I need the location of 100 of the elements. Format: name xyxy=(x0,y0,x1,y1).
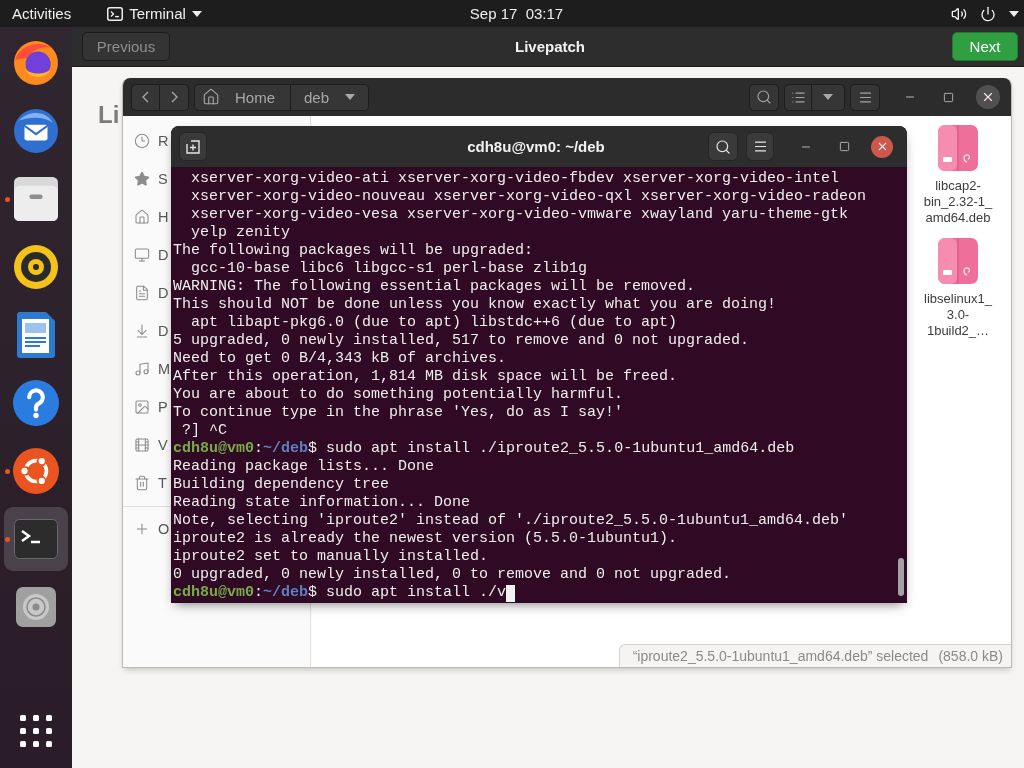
caret-icon xyxy=(823,94,833,100)
clock-button[interactable]: Sep 17 03:17 xyxy=(469,0,564,27)
document-icon xyxy=(17,312,55,358)
clock-icon xyxy=(134,133,150,149)
terminal-line: This should NOT be done unless you know exactly what you are doing! xyxy=(173,296,777,314)
terminal-icon xyxy=(14,519,58,559)
terminal-line: The following packages will be upgraded: xyxy=(173,242,534,260)
list-icon xyxy=(790,89,806,105)
close-icon xyxy=(981,90,995,104)
dotted-ring-icon xyxy=(13,448,59,494)
view-options-button[interactable] xyxy=(812,83,845,111)
caret-icon xyxy=(1009,10,1019,17)
file-item[interactable]: libselinux1_ 3.0- 1build2_… xyxy=(916,238,1000,339)
search-button[interactable] xyxy=(749,83,779,111)
terminal-line: xserver-xorg-video-ati xserver-xorg-video-fbdev xserver-xorg-video-intel xyxy=(191,170,840,188)
close-button[interactable] xyxy=(871,135,893,158)
chevron-left-icon xyxy=(142,91,149,103)
sidebar-item[interactable]: T xyxy=(123,464,167,502)
target-icon xyxy=(14,245,58,289)
terminal-line: After this operation, 1,814 MB disk space will be freed. xyxy=(173,368,678,386)
maximize-icon xyxy=(838,141,850,152)
maximize-icon xyxy=(942,91,954,103)
scrollbar-thumb[interactable] xyxy=(898,558,904,596)
terminal-line: 0 upgraded, 0 newly installed, 0 to remove and 0 not upgraded. xyxy=(173,566,732,584)
download-icon xyxy=(134,323,150,339)
path-button[interactable]: Home xyxy=(194,83,291,111)
speaker-icon xyxy=(951,5,967,22)
sidebar-item[interactable]: R xyxy=(123,122,169,160)
app-menu-button[interactable]: Terminal xyxy=(107,0,202,27)
power-icon xyxy=(980,5,996,22)
search-button[interactable] xyxy=(708,132,738,161)
page-heading: Li xyxy=(98,103,120,127)
terminal-line: Building dependency tree xyxy=(173,476,390,494)
flame-globe-icon xyxy=(13,40,59,86)
sidebar-item[interactable]: D xyxy=(123,236,169,274)
image-icon xyxy=(134,399,150,415)
monitor-icon xyxy=(134,247,150,263)
app-grid-icon[interactable] xyxy=(20,715,52,747)
new-tab-button[interactable] xyxy=(179,132,207,161)
selection-status-text: “iproute2_5.5.0-1ubuntu1_amd64.deb” selected xyxy=(632,648,929,664)
sidebar-item[interactable]: V xyxy=(123,426,168,464)
terminal-line: 5 upgraded, 0 newly installed, 517 to remove and 0 not upgraded. xyxy=(173,332,750,350)
home-icon xyxy=(134,209,150,225)
back-button[interactable] xyxy=(131,83,160,111)
home-icon xyxy=(202,88,220,106)
terminal-line: ?] ^C xyxy=(181,422,227,440)
terminal-line: Note, selecting 'iproute2' instead of './iproute2_5.5.0-1ubuntu1_amd64.deb' xyxy=(173,512,849,530)
forward-button[interactable] xyxy=(160,83,189,111)
window-title: cdh8u@vm0: ~/deb xyxy=(467,138,605,155)
help-icon xyxy=(13,380,59,426)
menu-button[interactable] xyxy=(850,83,880,111)
menu-icon xyxy=(857,89,873,105)
document-icon xyxy=(134,285,150,301)
terminal-line: Reading state information... Done xyxy=(173,494,471,512)
package-icon xyxy=(938,125,978,171)
caret-icon xyxy=(191,10,202,17)
terminal-line: yelp zenity xyxy=(191,224,291,242)
activities-button[interactable]: Activities xyxy=(12,0,72,27)
path-button[interactable]: deb xyxy=(291,83,369,111)
terminal-line: iproute2 set to manually installed. xyxy=(173,548,489,566)
terminal-line: apt libapt-pkg6.0 (due to apt) libstdc++6 (due to apt) xyxy=(191,314,678,332)
sidebar-item[interactable]: D xyxy=(123,274,169,312)
sidebar-item[interactable]: M xyxy=(123,350,171,388)
terminal-line: To continue type in the phrase 'Yes, do as I say!' xyxy=(173,404,624,422)
terminal-line: iproute2 is already the newest version (5.5.0-1ubuntu1). xyxy=(173,530,678,548)
previous-button[interactable]: Previous xyxy=(82,32,170,61)
sidebar-item[interactable]: H xyxy=(123,198,169,236)
caret-icon xyxy=(345,94,356,100)
sidebar-item[interactable]: P xyxy=(123,388,168,426)
square-plus-icon xyxy=(186,139,200,154)
terminal-icon xyxy=(107,6,124,21)
terminal-line: xserver-xorg-video-vesa xserver-xorg-video-vmware xwayland yaru-theme-gtk xyxy=(191,206,849,224)
trash-icon xyxy=(134,475,150,491)
terminal-line: Need to get 0 B/4,343 kB of archives. xyxy=(173,350,507,368)
sidebar-item[interactable]: O xyxy=(123,510,170,548)
view-button[interactable] xyxy=(784,83,812,111)
sidebar-item[interactable]: S xyxy=(123,160,168,198)
menu-button[interactable] xyxy=(746,132,774,161)
music-note-icon xyxy=(134,361,150,377)
search-icon xyxy=(715,138,731,155)
menu-icon xyxy=(752,139,768,154)
search-icon xyxy=(756,89,772,105)
package-icon xyxy=(938,238,978,284)
close-button[interactable] xyxy=(976,85,1000,109)
star-icon xyxy=(134,171,150,187)
chevron-right-icon xyxy=(170,91,178,103)
terminal-line: You are about to do something potentially harmful. xyxy=(173,386,624,404)
file-cabinet-icon xyxy=(14,177,58,221)
dialog-title: Livepatch xyxy=(515,38,585,55)
terminal-line: Reading package lists... Done xyxy=(173,458,435,476)
terminal-line: xserver-xorg-video-nouveau xserver-xorg-video-qxl xserver-xorg-video-radeon xyxy=(191,188,867,206)
selection-size-text: (858.0 kB) xyxy=(938,648,1003,664)
terminal-prompt-line: cdh8u@vm0:~/deb$ sudo apt install ./v xyxy=(173,584,507,602)
terminal-line: WARNING: The following essential packages will be removed. xyxy=(173,278,696,296)
envelope-icon xyxy=(13,108,59,154)
terminal-line: gcc-10-base libc6 libgcc-s1 perl-base zlib1g xyxy=(191,260,588,278)
terminal-prompt-line: cdh8u@vm0:~/deb$ sudo apt install ./iproute2_5.5.0-1ubuntu1_amd64.deb xyxy=(173,440,795,458)
sidebar-item[interactable]: D xyxy=(123,312,169,350)
film-icon xyxy=(134,437,150,453)
file-item[interactable]: libcap2- bin_2.32-1_ amd64.deb xyxy=(916,125,1000,226)
